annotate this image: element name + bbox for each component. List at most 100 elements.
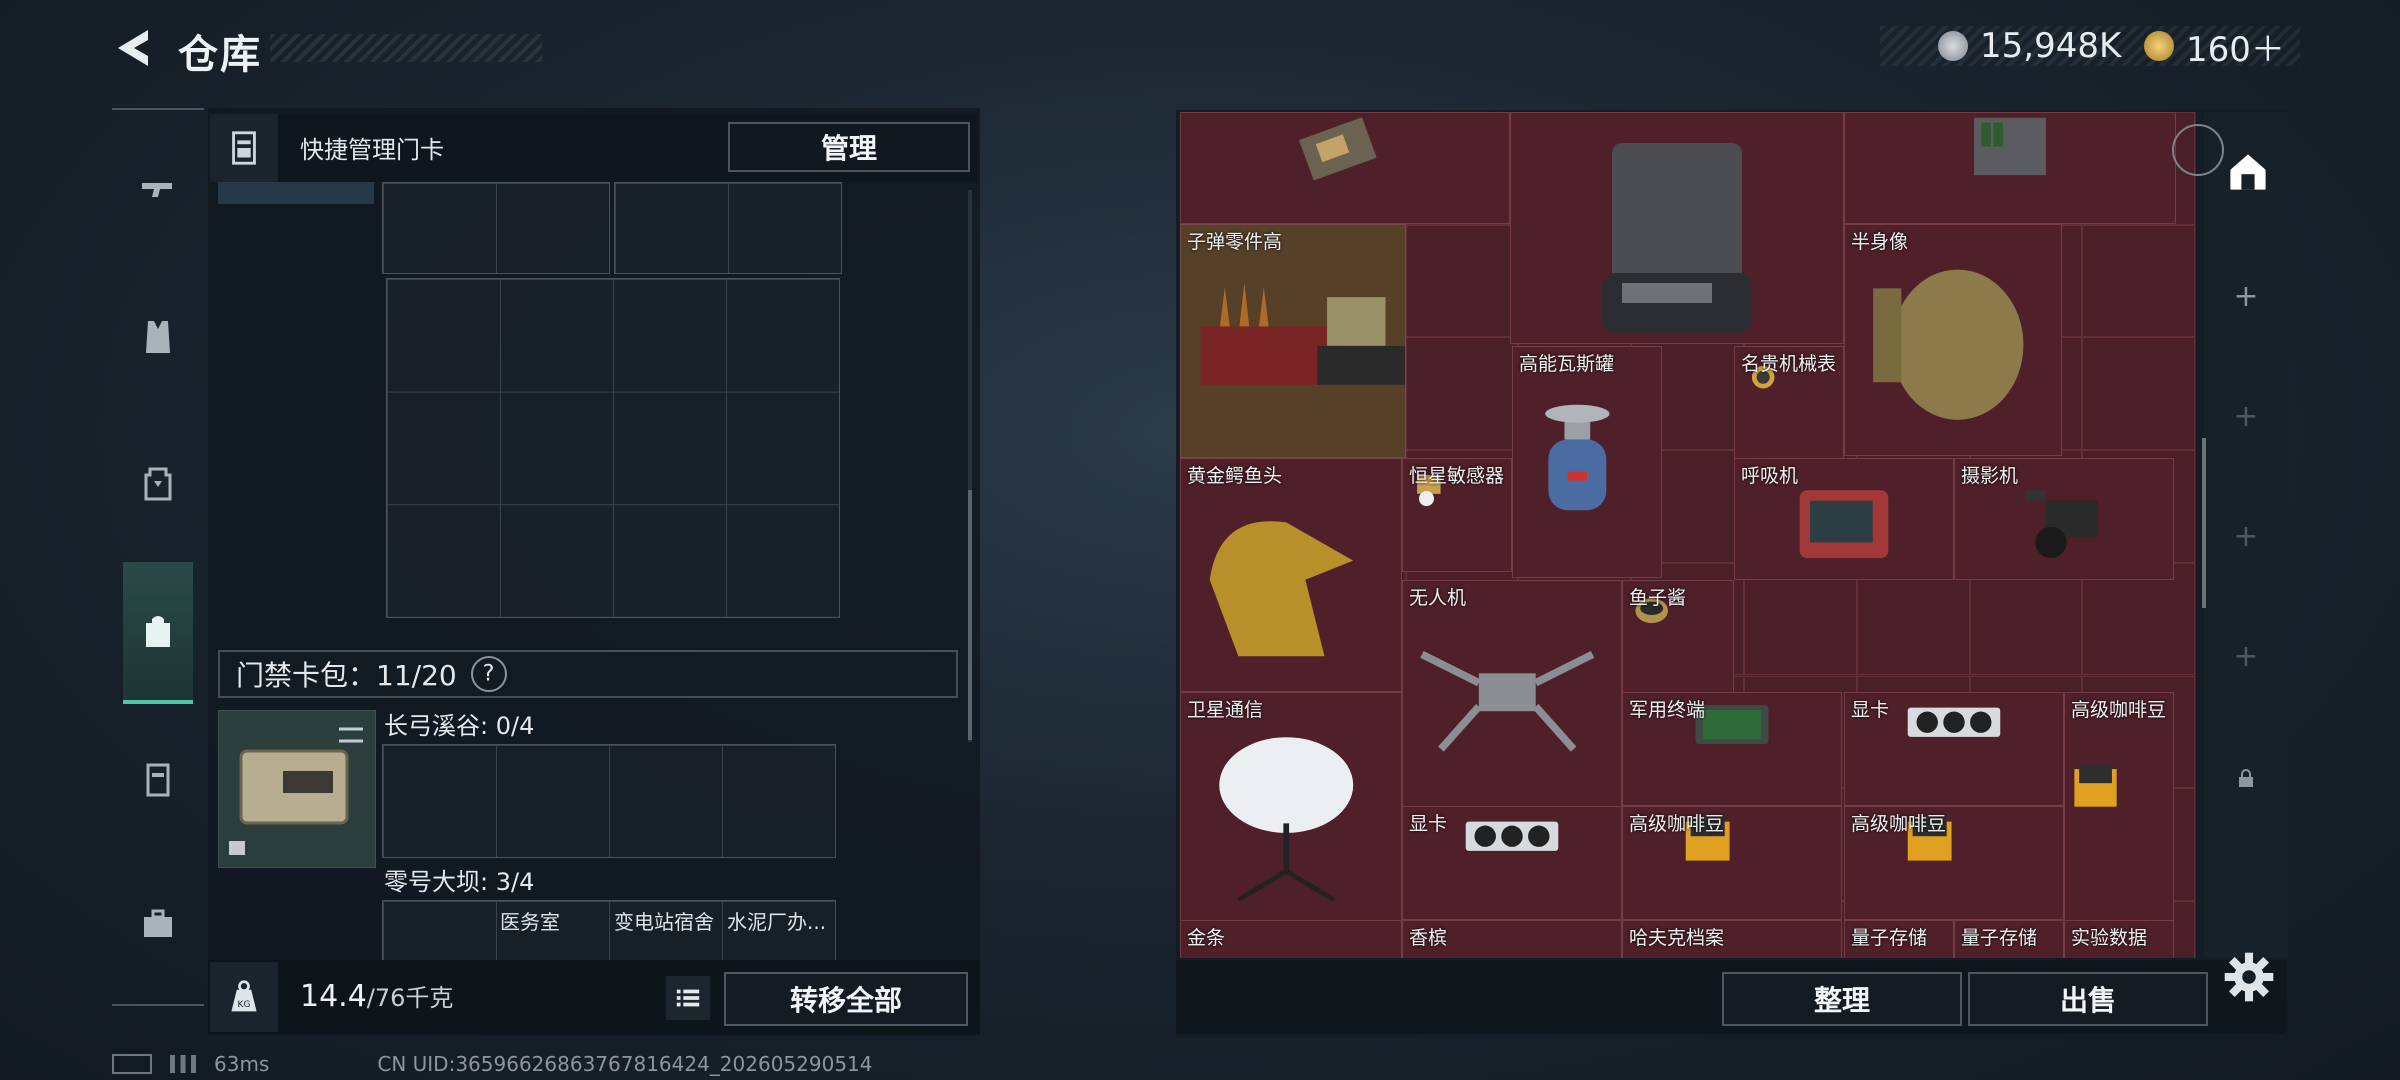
stash-item-champagne[interactable]: 香槟 — [1402, 920, 1622, 958]
sidebar-divider-bottom — [112, 1004, 204, 1006]
stash-item-label: 名贵机械表 — [1741, 353, 1837, 375]
group-grid-longbow[interactable] — [382, 744, 836, 858]
stash-item-server-icon — [1974, 117, 2046, 176]
page-title: 仓库 — [178, 32, 262, 78]
group-label-longbow: 长弓溪谷: 0/4 — [384, 712, 535, 740]
stash-item-label: 高级咖啡豆 — [2071, 699, 2167, 721]
stash-cell[interactable] — [2082, 224, 2196, 338]
keycard-grid-main[interactable] — [386, 278, 840, 618]
stash-item-label: 香槟 — [1409, 927, 1448, 949]
card-slot-medical[interactable]: 医务室 — [500, 906, 560, 935]
stash-item-motherboard[interactable] — [1180, 112, 1510, 224]
stash-item-robot-vacuum[interactable] — [1510, 112, 1844, 344]
stash-cell[interactable] — [2082, 337, 2196, 451]
stash-item-caviar[interactable]: 鱼子酱 — [1622, 580, 1734, 694]
sell-button[interactable]: 出售 — [1968, 972, 2208, 1026]
stash-cell[interactable] — [1405, 337, 1519, 451]
stash-item-gold-bar[interactable]: 金条 — [1180, 920, 1402, 958]
stash-item-drone-icon — [1420, 650, 1595, 752]
uid-text: CN UID:3659662686376781642​4_20260529051… — [377, 1052, 873, 1076]
stash-item-coffee-1[interactable]: 高级咖啡豆 — [2064, 692, 2174, 926]
stash-item-sat-comm[interactable]: 卫星通信 — [1180, 692, 1402, 926]
stash-item-label: 显卡 — [1409, 813, 1448, 835]
battery-icon — [112, 1054, 152, 1074]
stash-scrollbar-thumb[interactable] — [2202, 438, 2206, 608]
sidebar-tab-backpack-equipment[interactable] — [122, 428, 194, 538]
stash-item-label: 摄影机 — [1961, 465, 2019, 487]
currency-gold: 160＋ — [2144, 26, 2285, 70]
help-icon[interactable]: ? — [463, 648, 515, 700]
stash-item-label: 半身像 — [1851, 231, 1909, 253]
stash-item-star-sensor[interactable]: 恒星敏感器 — [1402, 458, 1512, 572]
sidebar-tab-keycards[interactable] — [122, 724, 194, 834]
stash-item-server[interactable] — [1844, 112, 2176, 224]
add-page-icon-4[interactable]: + — [2228, 638, 2264, 674]
card-slot-substation[interactable]: 变电站宿舍 — [614, 906, 714, 935]
keycard-grid-partial-1[interactable] — [382, 182, 610, 274]
stash-item-gpu-1[interactable]: 显卡 — [1844, 692, 2064, 806]
back-button[interactable] — [112, 26, 152, 70]
ping-readout: 63ms — [214, 1052, 270, 1076]
sidebar-tab-armor[interactable] — [122, 282, 194, 392]
stash-item-bust[interactable]: 半身像 — [1844, 224, 2062, 456]
stash-home-icon[interactable] — [2226, 150, 2270, 194]
settings-gear-icon[interactable] — [2222, 950, 2276, 1004]
title-decoration — [270, 34, 542, 62]
keycard-case-icon — [210, 114, 278, 182]
left-scrollbar-thumb[interactable] — [968, 490, 972, 740]
stash-item-camera[interactable]: 摄影机 — [1954, 458, 2174, 580]
status-bar: 63ms CN UID:3659662686376781642​4_202605… — [112, 1052, 873, 1076]
keycard-grid-partial-2[interactable] — [614, 182, 842, 274]
stash-item-ventilator[interactable]: 呼吸机 — [1734, 458, 1954, 580]
lock-icon[interactable] — [2228, 760, 2264, 796]
stash-item-exp-data[interactable]: 实验数据 — [2064, 920, 2174, 958]
stash-item-label: 高级咖啡豆 — [1851, 813, 1947, 835]
stash-item-label: 实验数据 — [2071, 927, 2148, 949]
stash-item-sat-comm-icon — [1219, 737, 1354, 902]
sort-button[interactable]: 整理 — [1722, 972, 1962, 1026]
list-view-button[interactable] — [666, 976, 710, 1020]
sidebar-tab-weapons[interactable] — [122, 136, 194, 246]
stash-item-drone[interactable]: 无人机 — [1402, 580, 1622, 814]
stash-item-gold-croc[interactable]: 黄金鳄鱼头 — [1180, 458, 1402, 692]
stash-item-quantum-2[interactable]: 量子存储 — [1954, 920, 2064, 958]
transfer-all-button[interactable]: 转移全部 — [724, 972, 968, 1026]
stash-item-label: 无人机 — [1409, 587, 1467, 609]
currency-silver-value: 15,948K — [1980, 26, 2122, 66]
weight-unit: /76千克 — [366, 984, 454, 1012]
stash-item-coffee-3[interactable]: 高级咖啡豆 — [1844, 806, 2064, 920]
stash-item-label: 呼吸机 — [1741, 465, 1799, 487]
stash-item-ammo-parts[interactable]: 子弹零件高 — [1180, 224, 1406, 458]
weight-icon: KG — [210, 962, 278, 1032]
stash-item-quantum-1[interactable]: 量子存储 — [1844, 920, 1954, 958]
add-page-icon-2[interactable]: + — [2228, 398, 2264, 434]
stash-item-ammo-parts-icon — [1200, 282, 1405, 385]
stash-item-label: 显卡 — [1851, 699, 1890, 721]
manage-button[interactable]: 管理 — [728, 122, 970, 172]
add-page-icon-3[interactable]: + — [2228, 518, 2264, 554]
weight-readout: 14.4/76千克 — [300, 978, 453, 1014]
sidebar-divider-top — [112, 108, 204, 110]
sidebar-tab-case[interactable] — [122, 870, 194, 980]
stash-item-label: 鱼子酱 — [1629, 587, 1687, 609]
stash-item-label: 恒星敏感器 — [1409, 465, 1505, 487]
gold-coin-icon — [2144, 31, 2174, 61]
keycard-pack-item[interactable] — [218, 710, 376, 868]
stash-item-watch[interactable]: 名贵机械表 — [1734, 346, 1844, 460]
sidebar-tab-backpack[interactable] — [123, 562, 193, 704]
rig-icon — [144, 467, 172, 501]
card-slot-cement[interactable]: 水泥厂办... — [727, 906, 826, 935]
stash-cell[interactable] — [1405, 224, 1519, 338]
vest-icon — [146, 321, 170, 353]
card-pack-bar: 门禁卡包：11/20 ? — [218, 648, 958, 700]
target-indicator-icon — [2172, 124, 2224, 176]
stash-item-gpu-2[interactable]: 显卡 — [1402, 806, 1622, 920]
currency-silver: 15,948K — [1938, 26, 2121, 66]
stash-item-gas-canister[interactable]: 高能瓦斯罐 — [1512, 346, 1662, 578]
add-page-icon-1[interactable]: + — [2228, 278, 2264, 314]
stash-item-mil-terminal[interactable]: 军用终端 — [1622, 692, 1842, 806]
stash-item-gas-canister-icon — [1545, 404, 1610, 511]
stash-item-coffee-2[interactable]: 高级咖啡豆 — [1622, 806, 1842, 920]
stash-item-haavk-file[interactable]: 哈夫克档案 — [1622, 920, 1842, 958]
stash-item-label: 量子存储 — [1851, 927, 1928, 949]
